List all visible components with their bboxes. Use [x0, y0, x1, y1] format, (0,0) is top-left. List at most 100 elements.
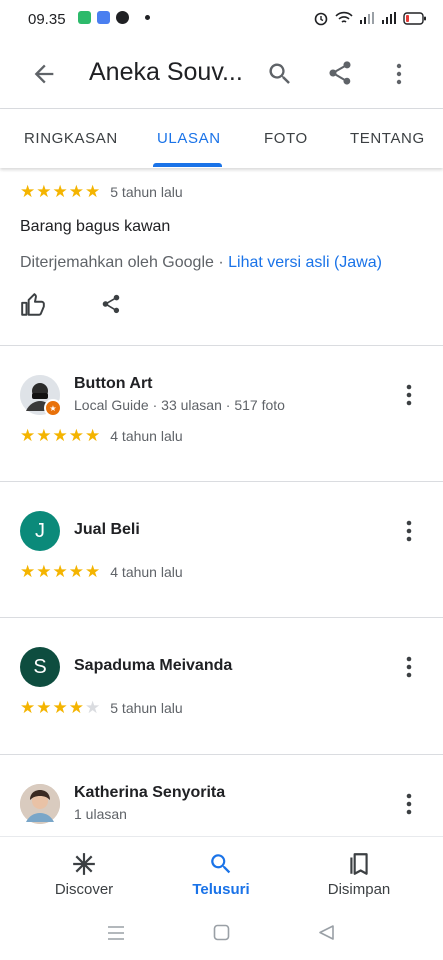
notification-icons [78, 11, 150, 24]
tab-tentang[interactable]: TENTANG [350, 130, 425, 147]
review-item: ★ Button Art Local Guide · 33 ulasan · 5… [0, 345, 443, 481]
battery-icon [403, 11, 426, 25]
translated-by-label: Diterjemahkan oleh Google [20, 254, 214, 271]
star-filled-icon: ★ [20, 182, 36, 201]
star-filled-icon: ★ [20, 698, 36, 717]
nav-disimpan[interactable]: Disimpan [285, 837, 433, 911]
avatar[interactable] [20, 784, 60, 824]
review-time: 4 tahun lalu [110, 563, 183, 580]
star-filled-icon: ★ [36, 698, 52, 717]
star-filled-icon: ★ [36, 426, 52, 445]
star-filled-icon: ★ [36, 182, 52, 201]
home-icon[interactable] [213, 924, 230, 941]
status-bar: 09.35 [0, 0, 443, 38]
review-text: Barang bagus kawan [20, 218, 171, 235]
app-notification-icon [78, 11, 91, 24]
star-filled-icon: ★ [68, 562, 84, 581]
star-filled-icon: ★ [68, 426, 84, 445]
original-version-link[interactable]: Lihat versi asli (Jawa) [228, 254, 382, 271]
star-filled-icon: ★ [68, 182, 84, 201]
more-vert-icon[interactable] [405, 383, 413, 407]
star-rating: ★ ★ ★ ★ ★ [20, 563, 100, 580]
system-status-icons [313, 10, 427, 26]
separator-dot: · [218, 254, 224, 271]
alarm-icon [314, 12, 328, 26]
app-bar: Aneka Souv... [0, 38, 443, 109]
app-notification-icon [97, 11, 110, 24]
menu-icon[interactable] [107, 925, 125, 941]
star-filled-icon: ★ [85, 182, 101, 201]
star-filled-icon: ★ [52, 182, 68, 201]
bottom-navigation: Discover Telusuri Disimpan [0, 836, 443, 911]
nav-label: Telusuri [192, 881, 250, 898]
more-vert-icon[interactable] [394, 60, 404, 88]
review-item: ★ ★ ★ ★ ★ 5 tahun lalu Barang bagus kawan Di… [0, 168, 443, 345]
review-time: 5 tahun lalu [110, 699, 183, 716]
signal-icon [382, 12, 396, 24]
app-notification-icon [116, 11, 129, 24]
review-item: Katherina Senyorita 1 ulasan [0, 754, 443, 836]
reviewer-meta: 1 ulasan [74, 806, 127, 822]
star-filled-icon: ★ [36, 562, 52, 581]
star-filled-icon: ★ [20, 426, 36, 445]
tab-ulasan[interactable]: ULASAN [157, 130, 221, 147]
active-tab-indicator [153, 163, 222, 167]
avatar[interactable]: ★ [20, 375, 62, 417]
search-icon[interactable] [266, 60, 294, 88]
back-triangle-icon[interactable] [318, 924, 335, 941]
avatar[interactable]: S [20, 647, 60, 687]
signal-icon [360, 12, 374, 24]
star-filled-icon: ★ [52, 698, 68, 717]
review-time: 4 tahun lalu [110, 427, 183, 444]
more-vert-icon[interactable] [405, 519, 413, 543]
tab-foto[interactable]: FOTO [264, 130, 308, 147]
review-rating-row: ★ ★ ★ ★ ★ 5 tahun lalu [20, 699, 183, 716]
reviewer-name[interactable]: Jual Beli [74, 521, 140, 539]
search-icon [211, 854, 231, 874]
asterisk-icon [73, 853, 95, 875]
more-vert-icon[interactable] [405, 792, 413, 816]
thumbs-up-icon[interactable] [20, 292, 46, 318]
review-item: J Jual Beli ★ ★ ★ ★ ★ 4 tahun lalu [0, 481, 443, 617]
reviewer-name[interactable]: Sapaduma Meivanda [74, 657, 232, 675]
review-rating-row: ★ ★ ★ ★ ★ 5 tahun lalu [20, 183, 183, 200]
tab-ringkasan[interactable]: RINGKASAN [24, 130, 118, 147]
nav-label: Discover [54, 881, 114, 898]
bookmarks-icon [350, 853, 368, 875]
translation-note: Diterjemahkan oleh Google · Lihat versi … [20, 254, 382, 272]
star-empty-icon: ★ [85, 698, 101, 717]
star-filled-icon: ★ [85, 562, 101, 581]
more-notifications-dot [145, 15, 150, 20]
nav-telusuri[interactable]: Telusuri [147, 837, 295, 911]
review-time: 5 tahun lalu [110, 183, 183, 200]
user-photo-icon [20, 784, 60, 824]
star-rating: ★ ★ ★ ★ ★ [20, 183, 100, 200]
star-filled-icon: ★ [85, 426, 101, 445]
reviewer-name[interactable]: Button Art [74, 375, 153, 393]
share-icon[interactable] [100, 293, 122, 315]
local-guide-badge-icon: ★ [44, 399, 62, 417]
more-vert-icon[interactable] [405, 655, 413, 679]
star-filled-icon: ★ [20, 562, 36, 581]
star-filled-icon: ★ [52, 562, 68, 581]
star-filled-icon: ★ [52, 426, 68, 445]
reviews-list[interactable]: ★ ★ ★ ★ ★ 5 tahun lalu Barang bagus kawan Di… [0, 168, 443, 836]
review-rating-row: ★ ★ ★ ★ ★ 4 tahun lalu [20, 563, 183, 580]
avatar[interactable]: J [20, 511, 60, 551]
status-time: 09.35 [28, 11, 66, 28]
reviewer-meta: Local Guide · 33 ulasan · 517 foto [74, 397, 285, 413]
star-filled-icon: ★ [68, 698, 84, 717]
nav-discover[interactable]: Discover [10, 837, 158, 911]
share-icon[interactable] [326, 59, 354, 87]
system-nav-bar [0, 910, 443, 960]
star-rating: ★ ★ ★ ★ ★ [20, 427, 100, 444]
star-rating: ★ ★ ★ ★ ★ [20, 699, 100, 716]
back-arrow-icon[interactable] [30, 60, 58, 88]
reviewer-name[interactable]: Katherina Senyorita [74, 784, 225, 802]
page-title: Aneka Souv... [89, 58, 243, 86]
nav-label: Disimpan [327, 881, 391, 898]
wifi-icon [335, 11, 353, 23]
review-item: S Sapaduma Meivanda ★ ★ ★ ★ ★ 5 tahun lalu [0, 617, 443, 753]
tab-bar: RINGKASAN ULASAN FOTO TENTANG [0, 109, 443, 168]
review-rating-row: ★ ★ ★ ★ ★ 4 tahun lalu [20, 427, 183, 444]
